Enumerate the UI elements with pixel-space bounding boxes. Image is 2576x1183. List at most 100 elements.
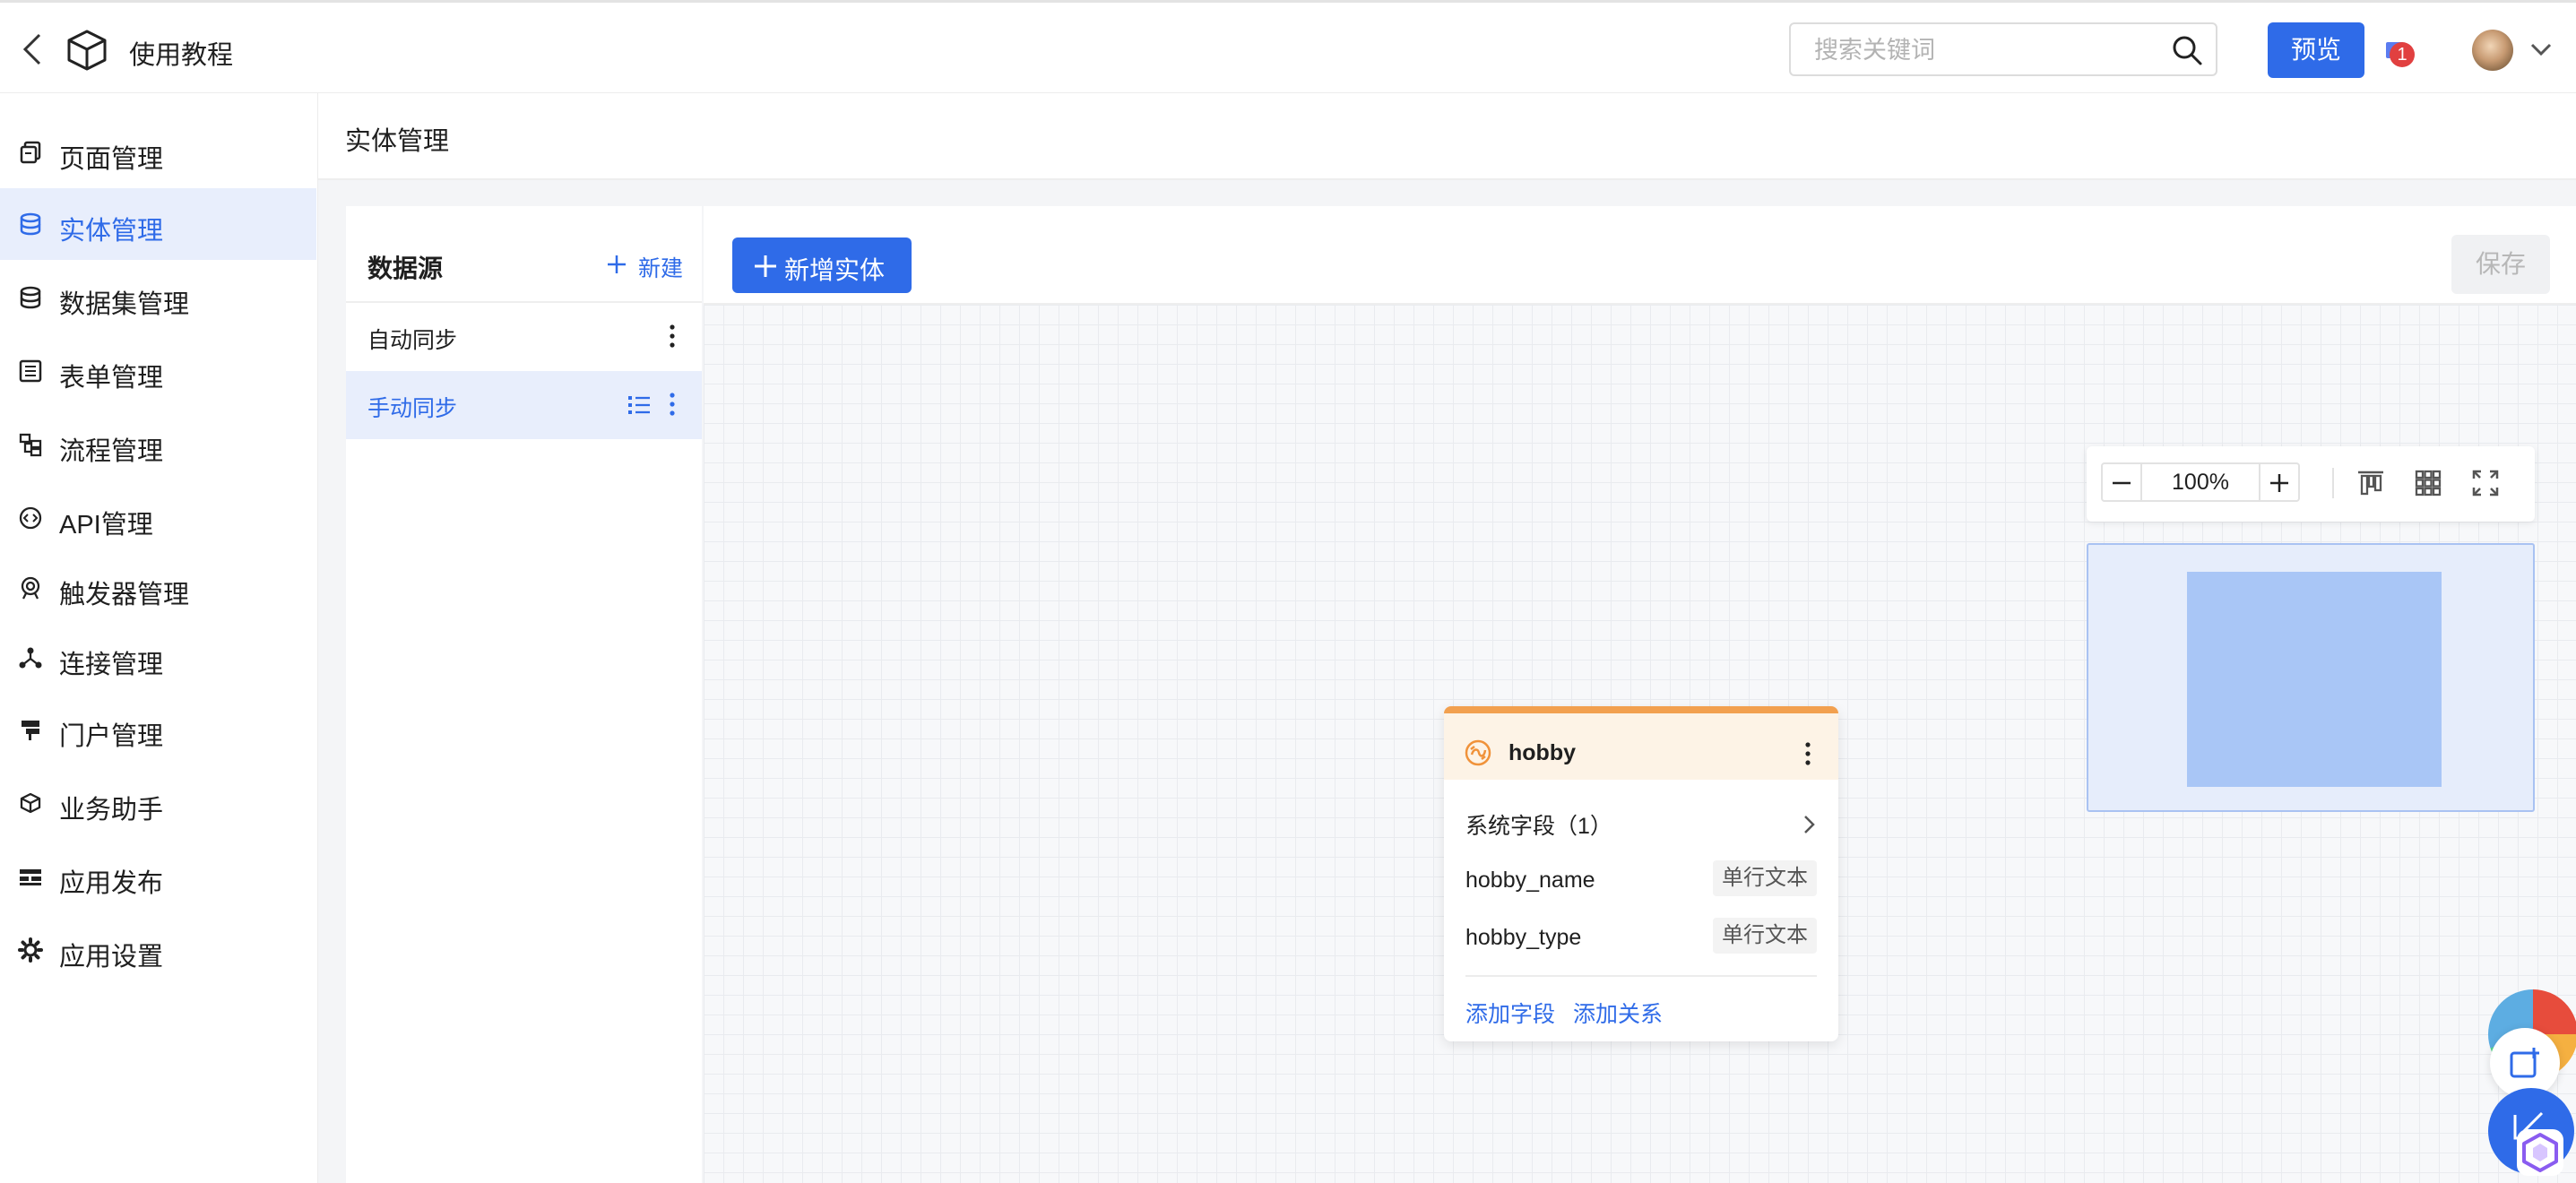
sidebar: 页面管理 实体管理 数据集管理 表单管理 流程管理 API管理 触发器管理 连接… — [0, 93, 318, 1183]
plus-icon — [755, 255, 776, 277]
app-title: 使用教程 — [129, 41, 234, 70]
pages-icon — [20, 141, 41, 164]
search-input[interactable] — [1812, 33, 2157, 67]
entity-name: hobby — [1508, 740, 1576, 765]
add-page-icon — [2510, 1048, 2539, 1078]
field-type-badge: 单行文本 — [1713, 860, 1817, 896]
field-row[interactable]: hobby_name 单行文本 — [1465, 859, 1817, 898]
toolbar-separator — [2332, 468, 2334, 498]
sidebar-item-label: API管理 — [59, 511, 153, 540]
align-top-icon[interactable] — [2356, 468, 2386, 498]
sidebar-item-settings[interactable]: 应用设置 — [0, 914, 316, 986]
avatar[interactable] — [2472, 30, 2513, 71]
sidebar-item-assistant[interactable]: 业务助手 — [0, 767, 316, 839]
datasource-item-label: 自动同步 — [367, 328, 458, 353]
sidebar-item-label: 流程管理 — [59, 437, 164, 466]
back-arrow-icon[interactable] — [18, 31, 48, 67]
datasource-panel: 数据源 新建 自动同步 手动同步 — [346, 206, 702, 1183]
chevron-down-icon[interactable] — [2529, 40, 2553, 58]
divider — [1465, 975, 1817, 977]
sidebar-item-publish[interactable]: 应用发布 — [0, 841, 316, 912]
database-icon — [20, 212, 41, 236]
datasource-item-manual-sync[interactable]: 手动同步 — [346, 371, 702, 439]
connection-icon — [19, 647, 42, 669]
flow-icon — [19, 433, 42, 457]
sidebar-item-form[interactable]: 表单管理 — [0, 335, 316, 407]
notification-badge: 1 — [2390, 42, 2415, 67]
trigger-icon — [21, 576, 40, 600]
cube-logo-icon — [67, 30, 107, 71]
gear-icon — [18, 937, 43, 963]
add-entity-button[interactable]: 新增实体 — [732, 237, 912, 293]
field-name: hobby_name — [1465, 868, 1595, 893]
add-entity-label: 新增实体 — [784, 256, 886, 284]
field-name: hobby_type — [1465, 925, 1582, 950]
sidebar-item-pages[interactable]: 页面管理 — [0, 117, 316, 188]
field-type-badge: 单行文本 — [1713, 918, 1817, 954]
search-box[interactable] — [1789, 22, 2217, 76]
add-field-link[interactable]: 添加字段 — [1465, 997, 1555, 1029]
assistant-icon — [20, 792, 41, 814]
more-vertical-icon[interactable] — [1802, 740, 1813, 767]
zoom-toolbar: 100% — [2087, 446, 2535, 522]
sidebar-item-label: 连接管理 — [59, 651, 164, 679]
diagram-canvas[interactable]: 100% hobby 系统字段（1） hobby_name 单行文本 hobby… — [704, 305, 2576, 1183]
minus-icon — [2113, 481, 2131, 485]
zoom-in-button[interactable] — [2259, 462, 2300, 502]
search-icon[interactable] — [2171, 34, 2203, 66]
sidebar-item-dataset[interactable]: 数据集管理 — [0, 262, 316, 333]
portal-icon — [22, 721, 39, 740]
publish-icon — [20, 869, 41, 885]
fullscreen-icon[interactable] — [2470, 468, 2501, 498]
list-icon[interactable] — [627, 394, 651, 416]
entity-canvas-panel: 新增实体 保存 100% hobby 系统字段（1） hobby_name 单行… — [704, 206, 2576, 1183]
more-vertical-icon[interactable] — [667, 323, 678, 350]
sidebar-item-trigger[interactable]: 触发器管理 — [0, 552, 316, 624]
sidebar-item-entity[interactable]: 实体管理 — [0, 188, 316, 260]
add-relation-link[interactable]: 添加关系 — [1573, 997, 1663, 1029]
sidebar-item-label: 业务助手 — [59, 796, 164, 825]
new-datasource-button[interactable]: 新建 — [638, 251, 683, 283]
sidebar-item-api[interactable]: API管理 — [0, 482, 316, 554]
plus-icon[interactable] — [606, 254, 627, 275]
minimap-viewport[interactable] — [2187, 572, 2442, 787]
hexagon-logo-icon — [2522, 1133, 2558, 1172]
floating-add-button[interactable] — [2490, 1028, 2560, 1098]
zoom-level: 100% — [2140, 462, 2260, 502]
sidebar-item-label: 页面管理 — [59, 145, 164, 174]
sidebar-item-label: 门户管理 — [59, 722, 164, 751]
sidebar-item-label: 数据集管理 — [59, 290, 190, 319]
chevron-right-icon — [1804, 816, 1815, 833]
sidebar-item-flow[interactable]: 流程管理 — [0, 409, 316, 480]
entity-card-accent — [1444, 706, 1838, 713]
grid-icon[interactable] — [2413, 468, 2443, 498]
entity-card[interactable]: hobby 系统字段（1） hobby_name 单行文本 hobby_type… — [1444, 706, 1838, 1041]
sidebar-item-connection[interactable]: 连接管理 — [0, 622, 316, 694]
datasource-title: 数据源 — [367, 255, 444, 282]
top-bar: 使用教程 预览 1 — [0, 0, 2576, 93]
entity-icon — [1465, 739, 1491, 766]
sidebar-item-label: 触发器管理 — [59, 581, 190, 609]
floating-assistant-button[interactable] — [2517, 1129, 2563, 1176]
sidebar-item-portal[interactable]: 门户管理 — [0, 694, 316, 765]
datasource-item-label: 手动同步 — [367, 396, 458, 421]
api-icon — [19, 506, 42, 530]
preview-button[interactable]: 预览 — [2268, 22, 2364, 78]
page-header: 实体管理 — [318, 94, 2576, 180]
save-button[interactable]: 保存 — [2451, 235, 2550, 294]
system-fields-row[interactable]: 系统字段（1） — [1465, 808, 1817, 841]
zoom-out-button[interactable] — [2101, 462, 2142, 502]
canvas-toolbar: 新增实体 保存 — [704, 206, 2576, 305]
dataset-icon — [20, 286, 41, 309]
minimap[interactable] — [2087, 543, 2535, 812]
page-title: 实体管理 — [345, 127, 450, 156]
sidebar-item-label: 应用设置 — [59, 943, 164, 971]
sidebar-item-label: 实体管理 — [59, 217, 164, 246]
datasource-item-auto-sync[interactable]: 自动同步 — [346, 303, 702, 371]
form-icon — [19, 359, 42, 383]
field-row[interactable]: hobby_type 单行文本 — [1465, 916, 1817, 955]
sidebar-item-label: 表单管理 — [59, 364, 164, 393]
sidebar-item-label: 应用发布 — [59, 869, 164, 898]
more-vertical-icon[interactable] — [667, 391, 678, 418]
entity-card-header: hobby — [1444, 713, 1838, 780]
